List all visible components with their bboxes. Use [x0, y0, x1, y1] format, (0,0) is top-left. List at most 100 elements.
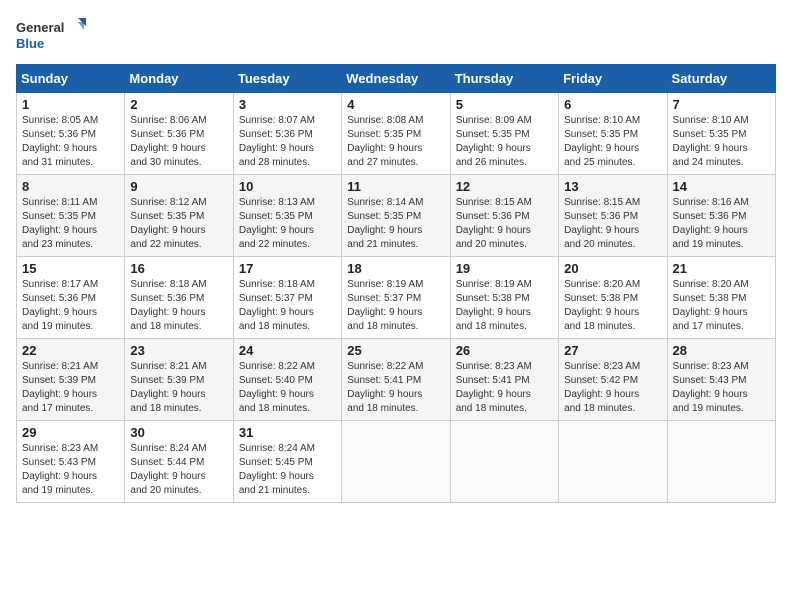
calendar-day-cell: 28 Sunrise: 8:23 AMSunset: 5:43 PMDaylig… [667, 339, 775, 421]
day-info: Sunrise: 8:10 AMSunset: 5:35 PMDaylight:… [673, 115, 749, 168]
calendar-day-cell: 5 Sunrise: 8:09 AMSunset: 5:35 PMDayligh… [450, 93, 558, 175]
day-number: 15 [22, 261, 119, 276]
weekday-header: Tuesday [233, 65, 341, 93]
calendar-day-cell [667, 421, 775, 503]
day-info: Sunrise: 8:20 AMSunset: 5:38 PMDaylight:… [673, 279, 749, 332]
calendar-day-cell: 22 Sunrise: 8:21 AMSunset: 5:39 PMDaylig… [17, 339, 125, 421]
day-number: 5 [456, 97, 553, 112]
day-number: 29 [22, 425, 119, 440]
day-info: Sunrise: 8:08 AMSunset: 5:35 PMDaylight:… [347, 115, 423, 168]
calendar-day-cell: 20 Sunrise: 8:20 AMSunset: 5:38 PMDaylig… [559, 257, 667, 339]
day-number: 2 [130, 97, 227, 112]
day-info: Sunrise: 8:21 AMSunset: 5:39 PMDaylight:… [22, 361, 98, 414]
weekday-header: Monday [125, 65, 233, 93]
calendar-day-cell: 29 Sunrise: 8:23 AMSunset: 5:43 PMDaylig… [17, 421, 125, 503]
day-info: Sunrise: 8:05 AMSunset: 5:36 PMDaylight:… [22, 115, 98, 168]
calendar-day-cell: 16 Sunrise: 8:18 AMSunset: 5:36 PMDaylig… [125, 257, 233, 339]
calendar-day-cell: 11 Sunrise: 8:14 AMSunset: 5:35 PMDaylig… [342, 175, 450, 257]
calendar-week-row: 8 Sunrise: 8:11 AMSunset: 5:35 PMDayligh… [17, 175, 776, 257]
day-number: 19 [456, 261, 553, 276]
day-info: Sunrise: 8:14 AMSunset: 5:35 PMDaylight:… [347, 197, 423, 250]
day-number: 27 [564, 343, 661, 358]
day-number: 7 [673, 97, 770, 112]
day-info: Sunrise: 8:06 AMSunset: 5:36 PMDaylight:… [130, 115, 206, 168]
day-number: 26 [456, 343, 553, 358]
calendar-week-row: 29 Sunrise: 8:23 AMSunset: 5:43 PMDaylig… [17, 421, 776, 503]
calendar-day-cell: 19 Sunrise: 8:19 AMSunset: 5:38 PMDaylig… [450, 257, 558, 339]
day-number: 8 [22, 179, 119, 194]
calendar-week-row: 15 Sunrise: 8:17 AMSunset: 5:36 PMDaylig… [17, 257, 776, 339]
calendar-day-cell: 30 Sunrise: 8:24 AMSunset: 5:44 PMDaylig… [125, 421, 233, 503]
calendar-day-cell: 2 Sunrise: 8:06 AMSunset: 5:36 PMDayligh… [125, 93, 233, 175]
day-number: 22 [22, 343, 119, 358]
day-info: Sunrise: 8:17 AMSunset: 5:36 PMDaylight:… [22, 279, 98, 332]
day-info: Sunrise: 8:18 AMSunset: 5:36 PMDaylight:… [130, 279, 206, 332]
day-number: 20 [564, 261, 661, 276]
day-number: 14 [673, 179, 770, 194]
day-info: Sunrise: 8:11 AMSunset: 5:35 PMDaylight:… [22, 197, 97, 250]
day-number: 1 [22, 97, 119, 112]
logo: General Blue [16, 16, 86, 56]
day-number: 31 [239, 425, 336, 440]
day-info: Sunrise: 8:15 AMSunset: 5:36 PMDaylight:… [564, 197, 640, 250]
day-number: 30 [130, 425, 227, 440]
day-info: Sunrise: 8:23 AMSunset: 5:43 PMDaylight:… [673, 361, 749, 414]
day-number: 9 [130, 179, 227, 194]
day-number: 4 [347, 97, 444, 112]
calendar-day-cell: 3 Sunrise: 8:07 AMSunset: 5:36 PMDayligh… [233, 93, 341, 175]
day-info: Sunrise: 8:15 AMSunset: 5:36 PMDaylight:… [456, 197, 532, 250]
weekday-header: Saturday [667, 65, 775, 93]
calendar-day-cell: 24 Sunrise: 8:22 AMSunset: 5:40 PMDaylig… [233, 339, 341, 421]
calendar-day-cell: 10 Sunrise: 8:13 AMSunset: 5:35 PMDaylig… [233, 175, 341, 257]
calendar-day-cell: 7 Sunrise: 8:10 AMSunset: 5:35 PMDayligh… [667, 93, 775, 175]
calendar-day-cell: 4 Sunrise: 8:08 AMSunset: 5:35 PMDayligh… [342, 93, 450, 175]
calendar-day-cell: 12 Sunrise: 8:15 AMSunset: 5:36 PMDaylig… [450, 175, 558, 257]
day-number: 28 [673, 343, 770, 358]
calendar-day-cell: 14 Sunrise: 8:16 AMSunset: 5:36 PMDaylig… [667, 175, 775, 257]
calendar-header: SundayMondayTuesdayWednesdayThursdayFrid… [17, 65, 776, 93]
day-info: Sunrise: 8:07 AMSunset: 5:36 PMDaylight:… [239, 115, 315, 168]
day-number: 13 [564, 179, 661, 194]
day-info: Sunrise: 8:09 AMSunset: 5:35 PMDaylight:… [456, 115, 532, 168]
logo-svg: General Blue [16, 16, 86, 56]
calendar-day-cell: 15 Sunrise: 8:17 AMSunset: 5:36 PMDaylig… [17, 257, 125, 339]
calendar-day-cell: 8 Sunrise: 8:11 AMSunset: 5:35 PMDayligh… [17, 175, 125, 257]
calendar-day-cell: 13 Sunrise: 8:15 AMSunset: 5:36 PMDaylig… [559, 175, 667, 257]
calendar-day-cell [342, 421, 450, 503]
day-number: 21 [673, 261, 770, 276]
weekday-header: Friday [559, 65, 667, 93]
day-info: Sunrise: 8:23 AMSunset: 5:43 PMDaylight:… [22, 443, 98, 496]
svg-text:Blue: Blue [16, 36, 44, 51]
day-number: 12 [456, 179, 553, 194]
calendar-table: SundayMondayTuesdayWednesdayThursdayFrid… [16, 64, 776, 503]
day-info: Sunrise: 8:23 AMSunset: 5:41 PMDaylight:… [456, 361, 532, 414]
calendar-day-cell [559, 421, 667, 503]
day-number: 6 [564, 97, 661, 112]
day-info: Sunrise: 8:16 AMSunset: 5:36 PMDaylight:… [673, 197, 749, 250]
day-info: Sunrise: 8:18 AMSunset: 5:37 PMDaylight:… [239, 279, 315, 332]
calendar-day-cell: 21 Sunrise: 8:20 AMSunset: 5:38 PMDaylig… [667, 257, 775, 339]
day-number: 10 [239, 179, 336, 194]
svg-text:General: General [16, 20, 64, 35]
weekday-header: Sunday [17, 65, 125, 93]
day-info: Sunrise: 8:22 AMSunset: 5:40 PMDaylight:… [239, 361, 315, 414]
day-number: 25 [347, 343, 444, 358]
day-info: Sunrise: 8:21 AMSunset: 5:39 PMDaylight:… [130, 361, 206, 414]
calendar-day-cell: 23 Sunrise: 8:21 AMSunset: 5:39 PMDaylig… [125, 339, 233, 421]
day-info: Sunrise: 8:19 AMSunset: 5:38 PMDaylight:… [456, 279, 532, 332]
calendar-day-cell [450, 421, 558, 503]
calendar-day-cell: 9 Sunrise: 8:12 AMSunset: 5:35 PMDayligh… [125, 175, 233, 257]
calendar-day-cell: 6 Sunrise: 8:10 AMSunset: 5:35 PMDayligh… [559, 93, 667, 175]
weekday-header: Wednesday [342, 65, 450, 93]
calendar-day-cell: 17 Sunrise: 8:18 AMSunset: 5:37 PMDaylig… [233, 257, 341, 339]
calendar-day-cell: 18 Sunrise: 8:19 AMSunset: 5:37 PMDaylig… [342, 257, 450, 339]
day-info: Sunrise: 8:20 AMSunset: 5:38 PMDaylight:… [564, 279, 640, 332]
day-info: Sunrise: 8:10 AMSunset: 5:35 PMDaylight:… [564, 115, 640, 168]
day-info: Sunrise: 8:19 AMSunset: 5:37 PMDaylight:… [347, 279, 423, 332]
weekday-header: Thursday [450, 65, 558, 93]
day-info: Sunrise: 8:23 AMSunset: 5:42 PMDaylight:… [564, 361, 640, 414]
day-number: 3 [239, 97, 336, 112]
day-number: 11 [347, 179, 444, 194]
calendar-day-cell: 31 Sunrise: 8:24 AMSunset: 5:45 PMDaylig… [233, 421, 341, 503]
calendar-day-cell: 26 Sunrise: 8:23 AMSunset: 5:41 PMDaylig… [450, 339, 558, 421]
